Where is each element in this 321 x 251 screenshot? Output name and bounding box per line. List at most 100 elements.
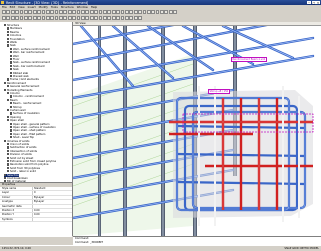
- toolbar-tool-button[interactable]: [50, 9, 55, 14]
- structure-tool-button[interactable]: [81, 15, 85, 20]
- structure-tool-button[interactable]: [116, 15, 120, 20]
- toolbar-tool-button[interactable]: [111, 9, 116, 14]
- toolbar-tool-button[interactable]: [10, 9, 15, 14]
- toolbar-tool-button[interactable]: [19, 9, 24, 14]
- toolbar-tool-button[interactable]: [76, 9, 81, 14]
- structure-tool-button[interactable]: [120, 15, 125, 20]
- tree-node-icon: [4, 24, 7, 27]
- structure-tool-button[interactable]: [89, 15, 94, 20]
- rebar-label-tag[interactable]: Reinforcement Beam-1 ⌀12: [231, 57, 267, 62]
- structure-tool-button[interactable]: [129, 15, 134, 20]
- toolbar-tool-button[interactable]: [138, 9, 142, 14]
- toolbar-tool-button[interactable]: [120, 9, 125, 14]
- toolbar-tool-button[interactable]: [173, 9, 178, 14]
- structure-tool-button[interactable]: [23, 15, 28, 20]
- tree-node-icon: [10, 71, 13, 74]
- structure-tool-button[interactable]: [2, 15, 6, 20]
- toolbar-tool-button[interactable]: [98, 9, 103, 14]
- structure-tool-button[interactable]: [102, 15, 107, 20]
- rebar-model[interactable]: [73, 26, 321, 236]
- tree-node-icon: [7, 44, 10, 47]
- structure-tool-button[interactable]: [138, 15, 142, 20]
- toolbar-tool-button[interactable]: [6, 9, 11, 14]
- property-value[interactable]: 0.00: [32, 213, 72, 217]
- tree-node-icon: [10, 126, 13, 129]
- structure-tool-button[interactable]: [76, 15, 81, 20]
- toolbar-tool-button[interactable]: [168, 9, 173, 14]
- property-value[interactable]: [32, 217, 72, 222]
- structure-tool-button[interactable]: [111, 15, 116, 20]
- close-button[interactable]: ×: [316, 0, 320, 5]
- toolbar-tool-button[interactable]: [59, 9, 63, 14]
- property-value[interactable]: ByLayer: [32, 200, 72, 204]
- property-row[interactable]: Symbols: [0, 217, 72, 223]
- toolbar-tool-button[interactable]: [28, 9, 33, 14]
- structure-tool-button[interactable]: [107, 15, 112, 20]
- structure-tool-button[interactable]: [37, 15, 41, 20]
- property-value[interactable]: Standard: [32, 187, 72, 191]
- tree-node-icon: [7, 143, 10, 146]
- structure-tool-button[interactable]: [15, 15, 19, 20]
- property-value[interactable]: ByLayer: [32, 195, 72, 200]
- toolbar-tool-button[interactable]: [94, 9, 98, 14]
- structure-tool-button[interactable]: [94, 15, 98, 20]
- window-title: Revit Structure - [3D View: {3D} - Reinf…: [6, 0, 89, 5]
- tree-item-label: Column - reinforcement: [12, 95, 44, 99]
- structure-tool-button[interactable]: [98, 15, 103, 20]
- property-value[interactable]: 0.00: [32, 208, 72, 213]
- structure-tool-button[interactable]: [19, 15, 24, 20]
- toolbar-tool-button[interactable]: [63, 9, 68, 14]
- status-modes[interactable]: SNAP GRID ORTHO MODEL: [284, 246, 319, 251]
- stirrup-label-tag[interactable]: Stirrup ⌀8 / 150: [208, 89, 230, 94]
- toolbar-tool-button[interactable]: [67, 9, 72, 14]
- structure-tool-button[interactable]: [67, 15, 72, 20]
- minimize-button[interactable]: _: [307, 0, 311, 5]
- structure-tool-button[interactable]: [6, 15, 11, 20]
- property-value[interactable]: [32, 204, 72, 208]
- toolbar-tool-button[interactable]: [89, 9, 94, 14]
- toolbar-tool-button[interactable]: [81, 9, 85, 14]
- toolbar-tool-button[interactable]: [164, 9, 169, 14]
- toolbar-tool-button[interactable]: [72, 9, 77, 14]
- structure-tool-button[interactable]: [59, 15, 63, 20]
- toolbar-tool-button[interactable]: [45, 9, 50, 14]
- property-value[interactable]: 0: [32, 191, 72, 195]
- toolbar-tool-button[interactable]: [142, 9, 147, 14]
- tree-node-icon: [7, 149, 10, 152]
- app-icon[interactable]: [1, 0, 4, 4]
- structure-tool-button[interactable]: [63, 15, 68, 20]
- structure-tool-button[interactable]: [72, 15, 77, 20]
- toolbar-tool-button[interactable]: [155, 9, 160, 14]
- toolbar-tool-button[interactable]: [41, 9, 46, 14]
- toolbar-tool-button[interactable]: [133, 9, 138, 14]
- toolbar-tool-button[interactable]: [151, 9, 156, 14]
- toolbar-tool-button[interactable]: [32, 9, 37, 14]
- toolbar-tool-button[interactable]: [124, 9, 129, 14]
- toolbar-tool-button[interactable]: [85, 9, 90, 14]
- structure-tool-button[interactable]: [85, 15, 90, 20]
- structure-tool-button[interactable]: [124, 15, 129, 20]
- structure-tool-button[interactable]: [133, 15, 138, 20]
- toolbar-tool-button[interactable]: [146, 9, 151, 14]
- tree-node-icon: [7, 98, 10, 101]
- structure-tool-button[interactable]: [10, 15, 15, 20]
- toolbar-tool-button[interactable]: [23, 9, 28, 14]
- toolbar-tool-button[interactable]: [2, 9, 6, 14]
- toolbar-tool-button[interactable]: [107, 9, 112, 14]
- structure-tool-button[interactable]: [45, 15, 50, 20]
- structure-tool-button[interactable]: [28, 15, 33, 20]
- toolbar-tool-button[interactable]: [37, 9, 41, 14]
- toolbar-tool-button[interactable]: [129, 9, 134, 14]
- structure-tool-button[interactable]: [50, 15, 55, 20]
- structure-tool-button[interactable]: [54, 15, 59, 20]
- toolbar-tool-button[interactable]: [116, 9, 120, 14]
- 3d-viewport[interactable]: 3D View Reinforcement Beam-1 ⌀12 Stirrup…: [73, 22, 321, 236]
- toolbar-tool-button[interactable]: [54, 9, 59, 14]
- toolbar-tool-button[interactable]: [102, 9, 107, 14]
- tree-node-icon: [4, 173, 7, 176]
- toolbar-tool-button[interactable]: [160, 9, 164, 14]
- maximize-button[interactable]: □: [311, 0, 316, 5]
- structure-tool-button[interactable]: [41, 15, 46, 20]
- toolbar-tool-button[interactable]: [15, 9, 19, 14]
- structure-tool-button[interactable]: [32, 15, 37, 20]
